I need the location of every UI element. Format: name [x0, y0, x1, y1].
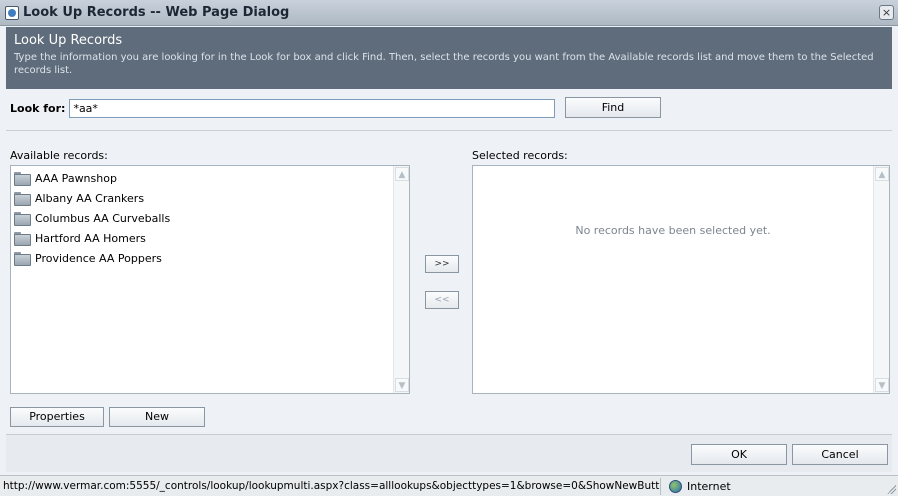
selected-scrollbar[interactable]: ▲ ▼	[873, 166, 889, 393]
list-item[interactable]: AAA Pawnshop	[11, 168, 409, 188]
separator	[6, 130, 892, 131]
folder-icon	[14, 232, 31, 246]
record-label: Albany AA Crankers	[35, 191, 145, 205]
scroll-up-icon[interactable]: ▲	[395, 167, 409, 181]
cancel-button[interactable]: Cancel	[792, 444, 888, 465]
record-label: Providence AA Poppers	[35, 251, 162, 265]
look-for-input[interactable]	[69, 98, 556, 118]
available-records-label: Available records:	[10, 149, 108, 162]
scroll-up-icon[interactable]: ▲	[875, 167, 889, 181]
available-records-items: AAA Pawnshop Albany AA Crankers Columbus…	[11, 166, 409, 268]
window-title: Look Up Records -- Web Page Dialog	[23, 5, 290, 20]
status-url: http://www.vermar.com:5555/_controls/loo…	[0, 477, 661, 495]
properties-button[interactable]: Properties	[10, 407, 104, 427]
scroll-down-icon[interactable]: ▼	[395, 378, 409, 392]
status-bar: http://www.vermar.com:5555/_controls/loo…	[0, 475, 898, 496]
empty-selection-message: No records have been selected yet.	[575, 224, 771, 237]
dialog-content: Look for: Find Available records: Select…	[6, 89, 892, 434]
selected-records-label: Selected records:	[472, 149, 568, 162]
find-button[interactable]: Find	[565, 97, 661, 118]
dialog-instructions: Type the information you are looking for…	[14, 52, 874, 76]
list-item[interactable]: Providence AA Poppers	[11, 248, 409, 268]
record-label: Hartford AA Homers	[35, 231, 146, 245]
folder-icon	[14, 212, 31, 226]
list-item[interactable]: Columbus AA Curveballs	[11, 208, 409, 228]
folder-icon	[14, 192, 31, 206]
security-zone: Internet	[661, 478, 731, 495]
look-for-label: Look for:	[10, 101, 66, 115]
resize-grip-icon[interactable]	[886, 484, 896, 494]
record-label: Columbus AA Curveballs	[35, 211, 171, 225]
remove-selected-button[interactable]: <<	[425, 291, 459, 309]
dialog-footer: OK Cancel	[6, 434, 892, 472]
available-scrollbar[interactable]: ▲ ▼	[393, 166, 409, 393]
list-item[interactable]: Hartford AA Homers	[11, 228, 409, 248]
look-for-row: Look for:	[6, 98, 556, 118]
close-icon[interactable]: ×	[879, 5, 894, 20]
available-records-list[interactable]: AAA Pawnshop Albany AA Crankers Columbus…	[10, 165, 410, 394]
folder-icon	[14, 172, 31, 186]
zone-label: Internet	[687, 479, 731, 493]
new-record-button[interactable]: New	[109, 407, 205, 427]
folder-icon	[14, 252, 31, 266]
scroll-down-icon[interactable]: ▼	[875, 378, 889, 392]
dialog-title: Look Up Records	[14, 33, 123, 48]
globe-icon	[669, 479, 682, 493]
add-selected-button[interactable]: >>	[425, 255, 459, 273]
dialog-header: Look Up Records Type the information you…	[6, 27, 892, 89]
ie-page-icon	[5, 5, 19, 20]
ok-button[interactable]: OK	[691, 444, 787, 465]
list-item[interactable]: Albany AA Crankers	[11, 188, 409, 208]
title-bar: Look Up Records -- Web Page Dialog ×	[0, 0, 898, 26]
selected-records-list[interactable]: No records have been selected yet. ▲ ▼	[472, 165, 890, 394]
record-label: AAA Pawnshop	[35, 171, 117, 185]
